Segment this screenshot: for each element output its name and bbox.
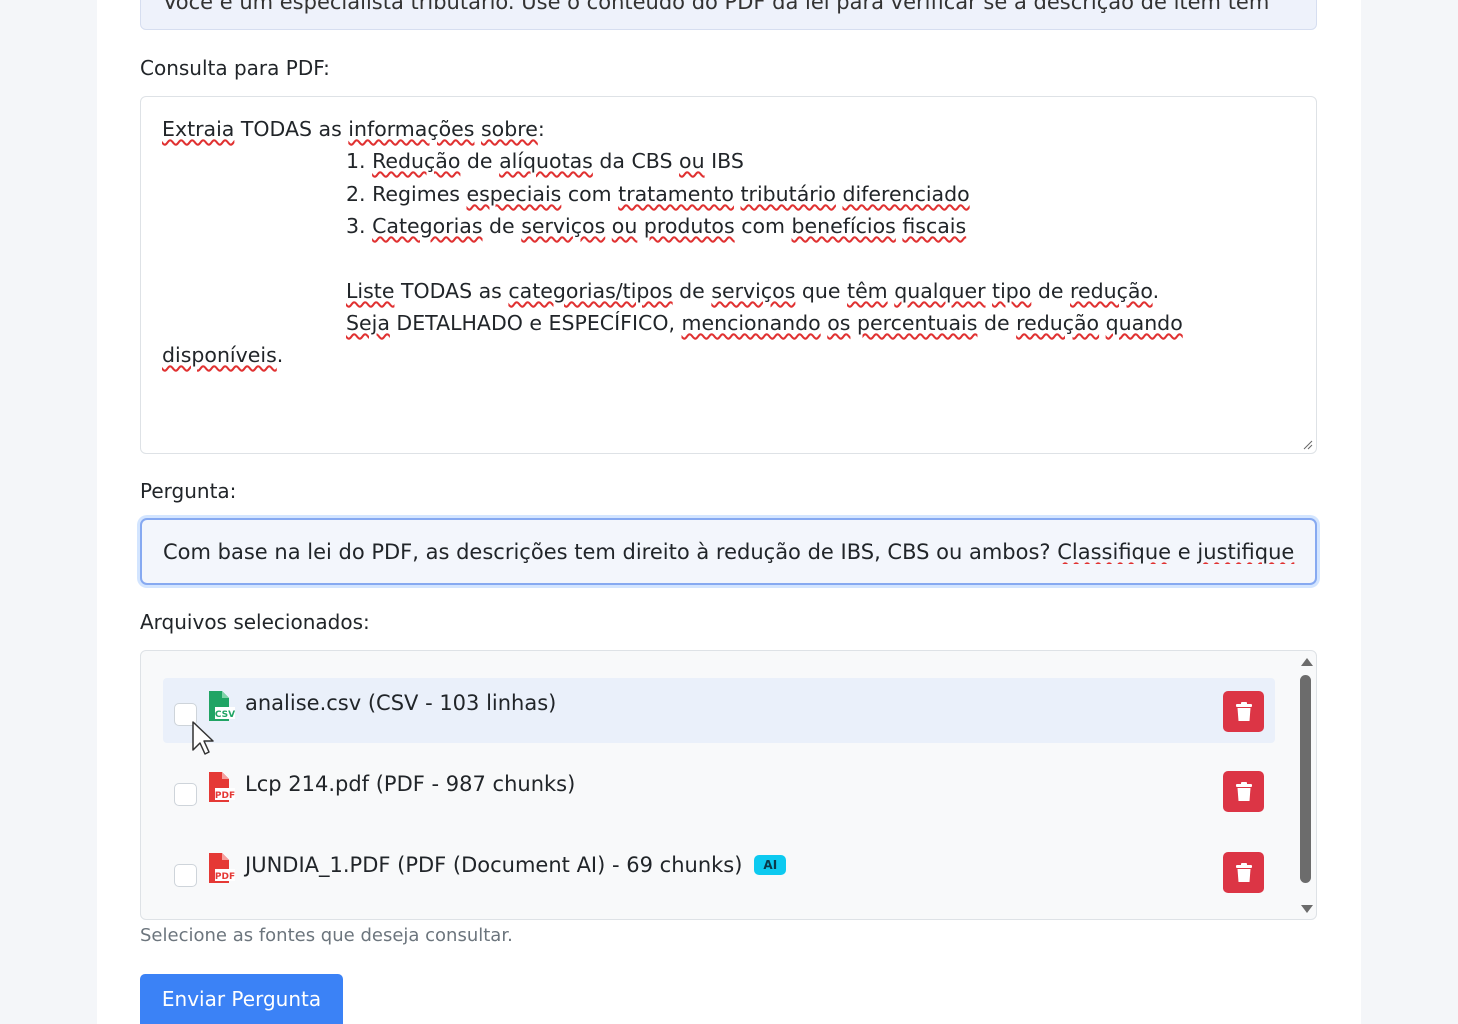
system-prompt-field[interactable]: Você é um especialista tributário. Use o… — [140, 0, 1317, 30]
file-row-csv[interactable]: CSV analise.csv (CSV - 103 linhas) — [163, 678, 1275, 743]
selected-files-list: CSV analise.csv (CSV - 103 linhas) PDF L… — [140, 650, 1317, 920]
file-name: Lcp 214.pdf (PDF - 987 chunks) — [245, 772, 576, 796]
file-checkbox[interactable] — [174, 864, 197, 887]
pdf-query-textarea[interactable]: Extraia TODAS as informações sobre: 1. R… — [140, 96, 1317, 454]
resize-handle-icon[interactable] — [1303, 440, 1313, 450]
mouse-cursor-icon — [192, 721, 214, 755]
query-line: 3. Categorias de serviços ou produtos co… — [346, 214, 967, 238]
pdf-file-icon: PDF — [209, 853, 235, 883]
files-help-text: Selecione as fontes que deseja consultar… — [140, 925, 513, 946]
query-line: Extraia TODAS as informações sobre: — [162, 117, 545, 141]
system-prompt-text: Você é um especialista tributário. Use o… — [163, 0, 1270, 14]
send-question-button[interactable]: Enviar Pergunta — [140, 974, 343, 1024]
query-line: Liste TODAS as categorias/tipos de servi… — [346, 279, 1160, 303]
delete-file-button[interactable] — [1223, 771, 1264, 812]
ai-badge: AI — [754, 855, 787, 875]
question-label: Pergunta: — [140, 479, 237, 503]
query-line: disponíveis. — [162, 343, 284, 367]
file-checkbox[interactable] — [174, 783, 197, 806]
query-line: 1. Redução de alíquotas da CBS ou IBS — [346, 149, 744, 173]
pdf-file-icon: PDF — [209, 772, 235, 802]
file-name: analise.csv (CSV - 103 linhas) — [245, 691, 557, 715]
delete-file-button[interactable] — [1223, 691, 1264, 732]
query-line: 2. Regimes especiais com tratamento trib… — [346, 182, 970, 206]
svg-text:CSV: CSV — [215, 710, 235, 720]
trash-icon — [1235, 702, 1252, 721]
svg-text:PDF: PDF — [215, 872, 235, 882]
file-name: JUNDIA_1.PDF (PDF (Document AI) - 69 chu… — [245, 853, 787, 877]
query-line: Seja DETALHADO e ESPECÍFICO, mencionando… — [346, 311, 1183, 335]
file-row-pdf-ai[interactable]: PDF JUNDIA_1.PDF (PDF (Document AI) - 69… — [163, 840, 1275, 905]
delete-file-button[interactable] — [1223, 852, 1264, 893]
file-row-pdf[interactable]: PDF Lcp 214.pdf (PDF - 987 chunks) — [163, 759, 1275, 824]
question-value: Com base na lei do PDF, as descrições te… — [163, 540, 1295, 564]
csv-file-icon: CSV — [209, 691, 235, 721]
pdf-query-label: Consulta para PDF: — [140, 56, 330, 80]
scroll-down-arrow-icon[interactable] — [1300, 904, 1314, 914]
scrollbar-thumb[interactable] — [1300, 675, 1311, 883]
question-input[interactable]: Com base na lei do PDF, as descrições te… — [140, 518, 1317, 585]
trash-icon — [1235, 782, 1252, 801]
selected-files-label: Arquivos selecionados: — [140, 610, 370, 634]
trash-icon — [1235, 863, 1252, 882]
svg-text:PDF: PDF — [215, 791, 235, 801]
scroll-up-arrow-icon[interactable] — [1300, 657, 1314, 667]
